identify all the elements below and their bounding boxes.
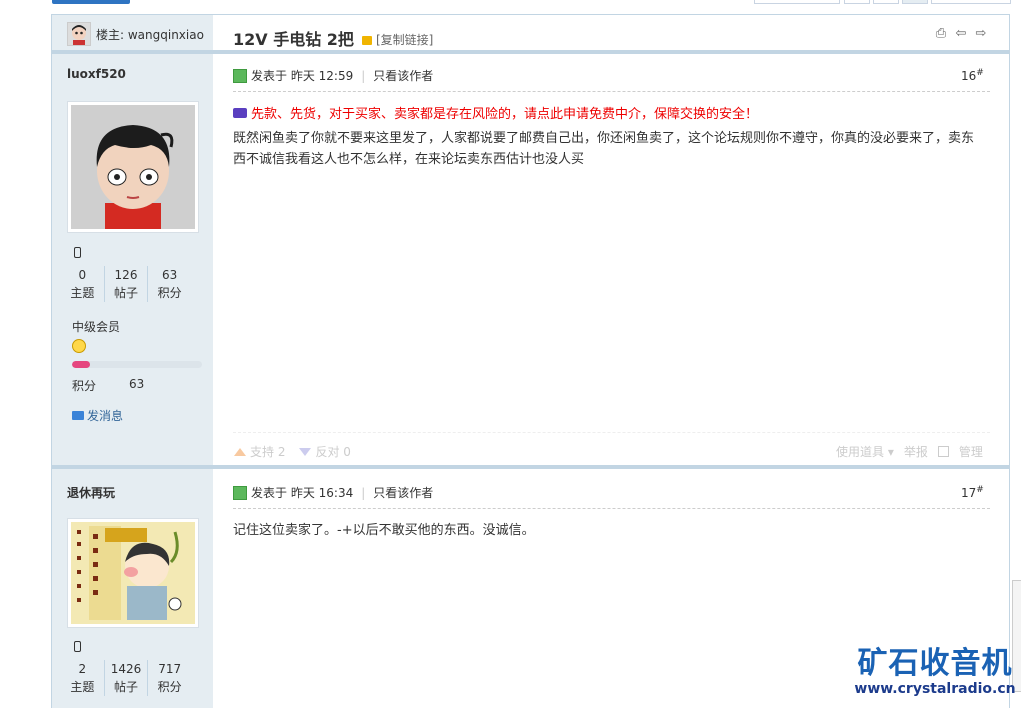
top-toolbar-fragment — [0, 0, 1021, 14]
pager-button[interactable] — [931, 0, 1011, 4]
site-watermark: 矿石收音机 www.crystalradio.cn — [852, 648, 1018, 698]
report-link[interactable]: 举报 — [904, 443, 928, 460]
pager-button[interactable] — [754, 0, 840, 4]
post-content: 既然闲鱼卖了你就不要来这里发了，人家都说要了邮费自己出，你还闲鱼卖了，这个论坛规… — [233, 131, 975, 167]
user-stats: 2 主题 1426 帖子 717 积分 — [61, 660, 191, 696]
stat-points[interactable]: 717 积分 — [147, 660, 191, 696]
new-post-button[interactable] — [52, 0, 130, 4]
lock-icon — [361, 35, 372, 45]
ad-badge-icon — [233, 107, 247, 118]
oppose-icon[interactable] — [299, 447, 312, 456]
support-button[interactable]: 支持 2 — [250, 443, 285, 460]
send-message-link[interactable]: 发消息 — [72, 407, 123, 424]
pager-button[interactable] — [902, 0, 928, 4]
floor-number[interactable]: 17# — [961, 485, 984, 500]
post-tools: 使用道具 ▾ 举报 管理 — [836, 443, 983, 460]
thread-owner-label[interactable]: 楼主: wangqinxiao — [96, 26, 204, 43]
header-separator — [52, 50, 1009, 54]
thread-title-row: 12V 手电钻 2把 [复制链接] — [233, 26, 433, 50]
post-time: 发表于 昨天 16:34 — [251, 486, 354, 500]
prev-thread-icon[interactable]: ⇦ — [954, 27, 968, 41]
cartoon-child-poem-avatar — [71, 522, 195, 624]
post-separator — [52, 465, 1009, 469]
mobile-icon — [74, 247, 81, 258]
oppose-button[interactable]: 反对 0 — [315, 443, 350, 460]
author-only-link[interactable]: 只看该作者 — [373, 484, 433, 501]
points-label: 积分 — [72, 379, 97, 393]
online-status-icon — [233, 485, 247, 500]
floor-number[interactable]: 16# — [961, 68, 984, 83]
watermark-cn: 矿石收音机 — [857, 646, 1013, 681]
pager-button[interactable] — [844, 0, 870, 4]
mobile-icon — [74, 641, 81, 652]
copy-link[interactable]: [复制链接] — [376, 31, 433, 48]
vote-actions: 支持 2 反对 0 — [234, 443, 351, 460]
post-divider — [233, 508, 990, 509]
author-only-link[interactable]: 只看该作者 — [373, 67, 433, 84]
level-smiley-icon — [72, 339, 86, 353]
stat-posts[interactable]: 126 帖子 — [103, 266, 148, 302]
escrow-notice[interactable]: 先款、先货，对于买家、卖家都是存在风险的，请点此申请免费中介，保障交换的安全！ — [233, 103, 758, 122]
thread-owner[interactable]: 楼主: wangqinxiao — [67, 22, 204, 46]
stat-threads[interactable]: 2 主题 — [61, 660, 104, 696]
online-status-icon — [233, 68, 247, 83]
pager-button[interactable] — [873, 0, 899, 4]
user-stats: 0 主题 126 帖子 63 积分 — [61, 266, 191, 302]
post-time: 发表于 昨天 12:59 — [251, 69, 354, 83]
user-level[interactable]: 中级会员 — [72, 318, 120, 335]
post-avatar[interactable] — [67, 518, 199, 628]
cartoon-boy-avatar — [71, 105, 195, 229]
print-icon[interactable]: ⎙ — [934, 27, 948, 41]
manage-label[interactable]: 管理 — [959, 443, 983, 460]
watermark-en: www.crystalradio.cn — [854, 681, 1016, 697]
post-meta: 发表于 昨天 16:34 | 只看该作者 — [233, 484, 433, 501]
manage-checkbox[interactable] — [937, 446, 949, 457]
thread-title: 12V 手电钻 2把 — [233, 30, 354, 49]
stat-posts[interactable]: 1426 帖子 — [103, 660, 148, 696]
support-icon[interactable] — [234, 447, 246, 456]
post-avatar[interactable] — [67, 101, 199, 233]
header-icons: ⎙ ⇦ ⇨ — [934, 27, 988, 41]
level-progress-bar — [72, 361, 202, 368]
level-progress-fill — [72, 361, 91, 368]
post-meta: 发表于 昨天 12:59 | 只看该作者 — [233, 67, 433, 84]
stat-points[interactable]: 63 积分 — [147, 266, 191, 302]
use-tool-menu[interactable]: 使用道具 ▾ — [836, 443, 894, 460]
stat-threads[interactable]: 0 主题 — [61, 266, 104, 302]
mail-icon — [72, 411, 84, 420]
post-username[interactable]: luoxf520 — [67, 67, 126, 81]
owner-avatar[interactable] — [67, 22, 91, 46]
next-thread-icon[interactable]: ⇨ — [974, 27, 988, 41]
post-content: 记住这位卖家了。-+以后不敢买他的东西。没诚信。 — [233, 523, 535, 538]
post-divider — [233, 91, 990, 92]
points-value: 63 — [129, 377, 145, 391]
post-username[interactable]: 退休再玩 — [67, 484, 115, 501]
post-footer-divider — [233, 432, 990, 433]
